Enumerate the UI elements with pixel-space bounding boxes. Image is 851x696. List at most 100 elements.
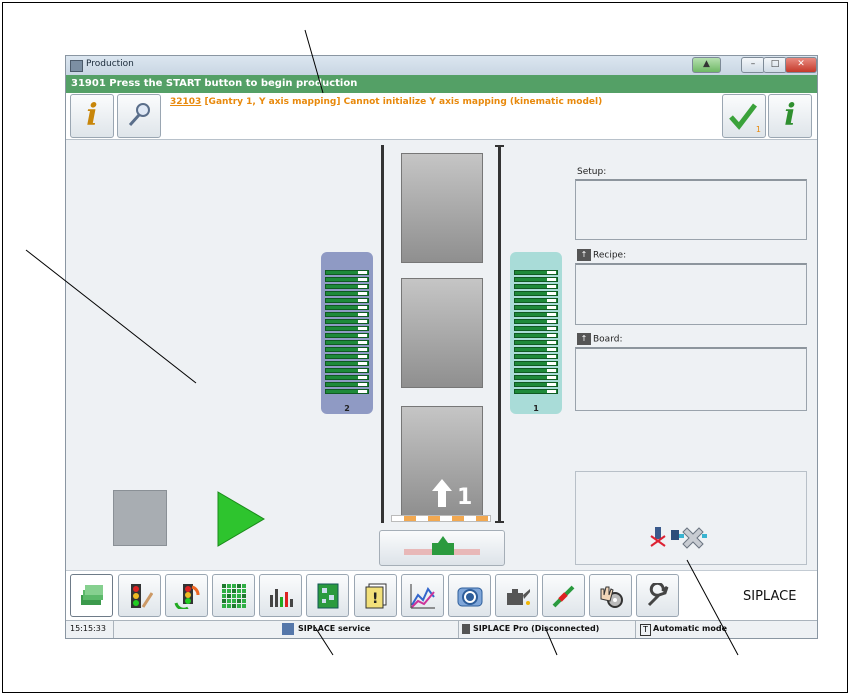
setup-label: Setup: <box>577 167 607 177</box>
feeder-slot[interactable] <box>514 389 558 394</box>
oil-can-icon <box>507 589 530 605</box>
feeder-slot[interactable] <box>514 312 558 317</box>
feeder-slot[interactable] <box>325 361 369 366</box>
feeder-slot[interactable] <box>514 347 558 352</box>
window-title: Production <box>86 59 134 69</box>
search-message-button[interactable] <box>117 94 161 138</box>
feeder-slot[interactable] <box>514 361 558 366</box>
board-label-row: ↑ Board: <box>577 333 622 345</box>
recipe-label: Recipe: <box>593 250 627 261</box>
clock: 15:15:33 <box>70 624 106 633</box>
feeder-slot[interactable] <box>514 319 558 324</box>
board-position-2 <box>401 278 483 388</box>
info-green-icon: i <box>784 98 796 133</box>
title-bar: Production ▲ – □ ✕ <box>66 56 817 75</box>
message-bar: i 32103 [Gantry 1, Y axis mapping] Canno… <box>66 93 817 140</box>
acknowledge-button[interactable]: 1 <box>722 94 766 138</box>
recipe-label-row: ↑ Recipe: <box>577 249 626 261</box>
feeder-slot[interactable] <box>514 270 558 275</box>
feeder-slot[interactable] <box>514 340 558 345</box>
grid-icon <box>222 584 246 608</box>
maximize-button[interactable]: □ <box>763 57 787 73</box>
info-icon: i <box>86 98 98 133</box>
feeder-slot[interactable] <box>325 382 369 387</box>
conveyor-rail-left <box>381 145 384 523</box>
feeder-slot[interactable] <box>514 291 558 296</box>
traffic-light-button[interactable] <box>118 574 161 617</box>
feeder-slot[interactable] <box>325 347 369 352</box>
feeder-slot[interactable] <box>325 319 369 324</box>
service-wrench-button[interactable] <box>636 574 679 617</box>
feeder-number-1: 1 <box>533 404 539 413</box>
feeder-grid-button[interactable] <box>212 574 255 617</box>
conveyor-rail-right <box>498 145 501 523</box>
warning-document-icon: ! <box>365 583 387 609</box>
magnifier-icon <box>128 103 150 127</box>
feeder-slot[interactable] <box>514 305 558 310</box>
feeder-slot[interactable] <box>325 305 369 310</box>
error-message[interactable]: 32103 [Gantry 1, Y axis mapping] Cannot … <box>170 97 602 107</box>
ack-count: 1 <box>755 125 761 134</box>
settings-gear-button[interactable] <box>589 574 632 617</box>
feeder-slot[interactable] <box>514 284 558 289</box>
feeder-slot[interactable] <box>325 291 369 296</box>
maintenance-oil-button[interactable] <box>495 574 538 617</box>
feeder-table-1[interactable]: 1 <box>510 252 562 414</box>
feeder-slot[interactable] <box>514 375 558 380</box>
conveyor-transport-icon <box>404 536 480 555</box>
information-button[interactable]: i <box>768 94 812 138</box>
feeder-slot[interactable] <box>325 298 369 303</box>
board-field[interactable] <box>575 347 807 411</box>
warnings-button[interactable]: ! <box>354 574 397 617</box>
feeder-slot[interactable] <box>514 354 558 359</box>
nozzle-icon <box>552 585 575 608</box>
camera-button[interactable] <box>448 574 491 617</box>
start-button[interactable] <box>216 490 266 548</box>
recipe-field[interactable] <box>575 263 807 325</box>
feeder-slot[interactable] <box>514 368 558 373</box>
statistics-button[interactable] <box>401 574 444 617</box>
feeder-slot[interactable] <box>325 326 369 331</box>
minimize-button[interactable]: – <box>741 57 765 73</box>
stop-button[interactable] <box>113 490 167 546</box>
production-view-button[interactable] <box>70 574 113 617</box>
app-icon <box>70 60 83 72</box>
feeder-slot[interactable] <box>514 326 558 331</box>
feeder-slot[interactable] <box>514 333 558 338</box>
error-text: [Gantry 1, Y axis mapping] Cannot initia… <box>201 97 603 107</box>
feeder-slot[interactable] <box>325 368 369 373</box>
nozzle-tools-button[interactable] <box>542 574 585 617</box>
feeder-slot[interactable] <box>325 333 369 338</box>
mode-icon: T <box>640 624 651 636</box>
setup-field[interactable] <box>575 179 807 240</box>
conveyor-sensor-strip <box>391 515 491 522</box>
navigation-toolbar: ! SIPLACE <box>66 570 817 621</box>
traffic-light-refresh-button[interactable] <box>165 574 208 617</box>
board-layout-button[interactable] <box>306 574 349 617</box>
feeder-slot[interactable] <box>514 382 558 387</box>
transport-board-button[interactable] <box>379 530 505 566</box>
feeder-slot[interactable] <box>325 270 369 275</box>
feeder-table-2[interactable]: 2 <box>321 252 373 414</box>
camera-icon <box>457 587 483 607</box>
disconnected-icon <box>650 527 707 549</box>
traffic-light-icon <box>131 584 153 608</box>
feeder-slot[interactable] <box>325 375 369 380</box>
close-button[interactable]: ✕ <box>785 57 817 73</box>
feeder-slot[interactable] <box>325 354 369 359</box>
feeder-levels-button[interactable] <box>259 574 302 617</box>
error-code-link[interactable]: 32103 <box>170 97 201 107</box>
feeder-slot[interactable] <box>514 298 558 303</box>
status-bar: 15:15:33 SIPLACE service SIPLACE Pro (Di… <box>66 620 817 638</box>
feeder-slot[interactable] <box>514 277 558 282</box>
feeder-slot[interactable] <box>325 389 369 394</box>
feeder-slot[interactable] <box>325 340 369 345</box>
alert-indicator-button[interactable]: ▲ <box>692 57 721 73</box>
board-label: Board: <box>593 334 623 345</box>
feeder-slot[interactable] <box>325 284 369 289</box>
line-chart-icon <box>410 584 435 609</box>
feeder-slot[interactable] <box>325 277 369 282</box>
pro-connection-status: SIPLACE Pro (Disconnected) <box>473 624 600 633</box>
info-button[interactable]: i <box>70 94 114 138</box>
feeder-slot[interactable] <box>325 312 369 317</box>
